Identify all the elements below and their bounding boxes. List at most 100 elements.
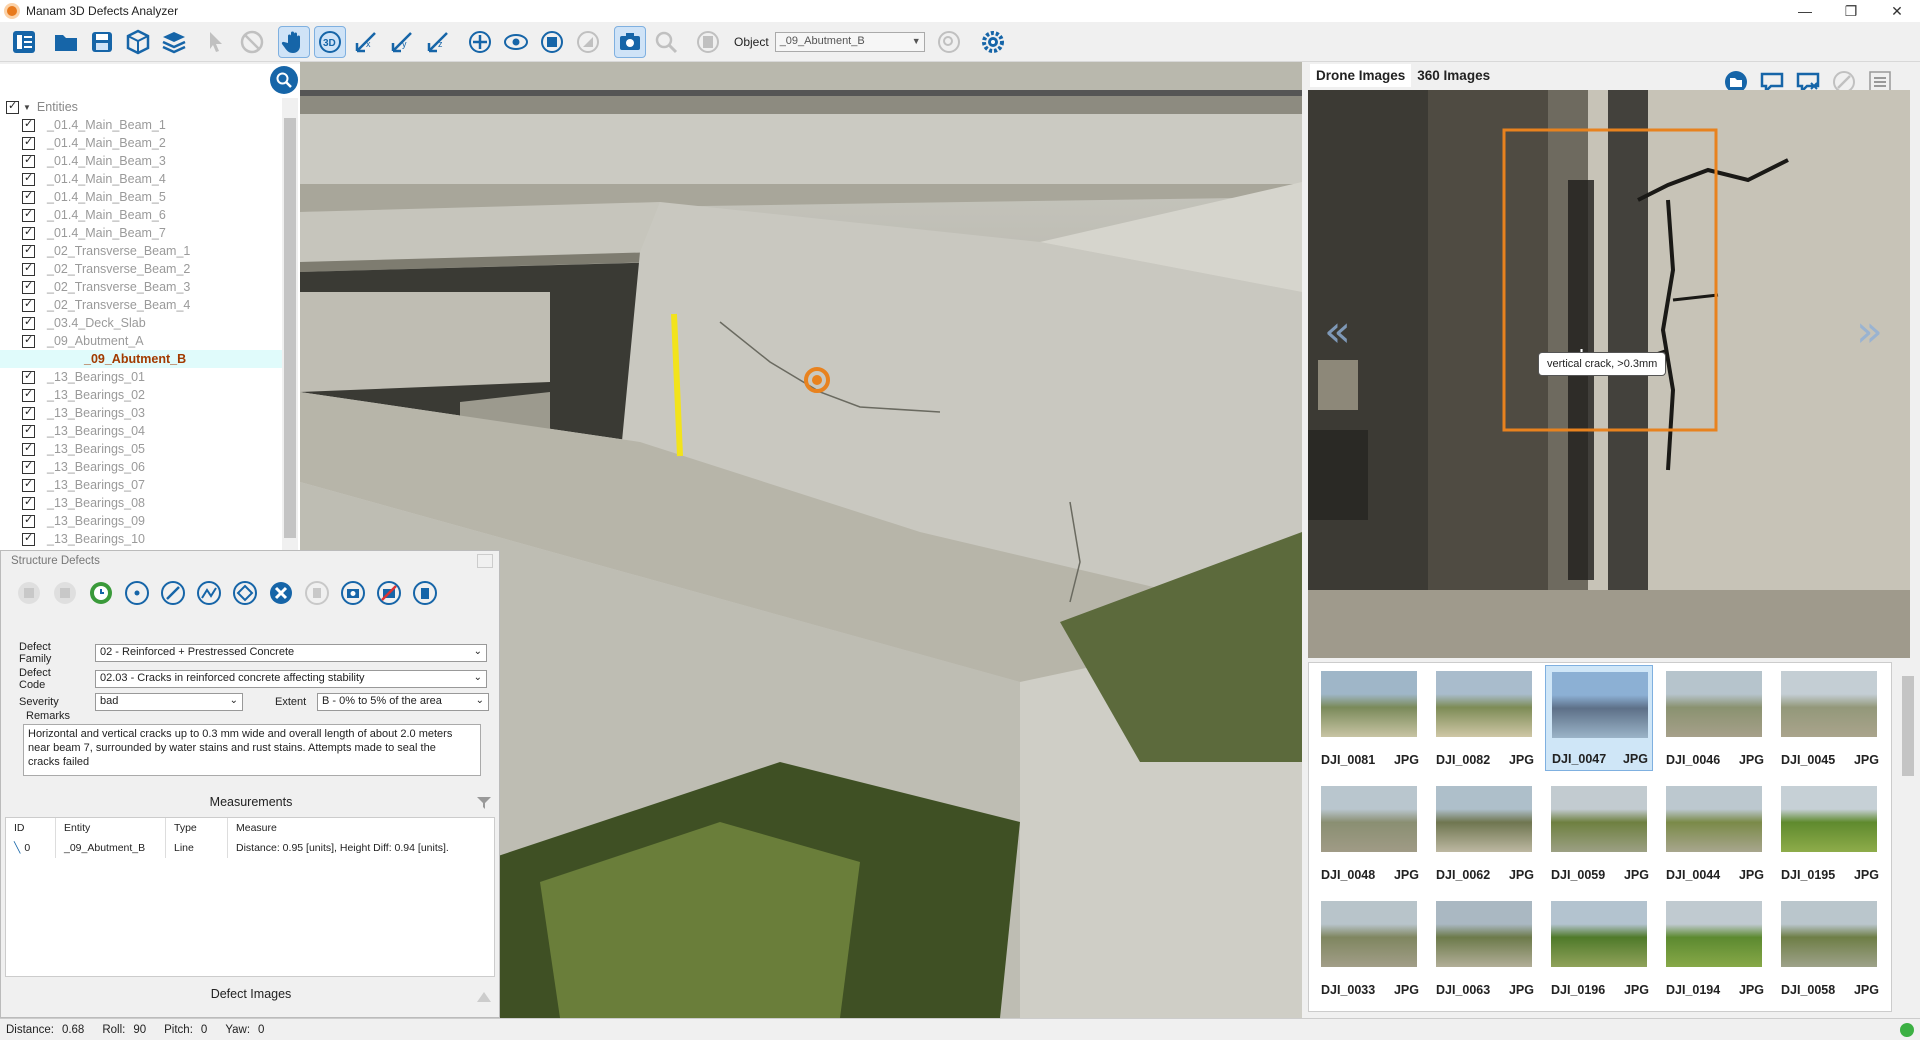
tree-item[interactable]: _01.4_Main_Beam_2 <box>0 134 282 152</box>
defect-capture-remove-button[interactable] <box>373 577 405 609</box>
tree-item[interactable]: _02_Transverse_Beam_3 <box>0 278 282 296</box>
expand-icon[interactable] <box>477 991 491 1005</box>
tab-drone-images[interactable]: Drone Images <box>1310 64 1412 87</box>
thumbnail-item[interactable]: DJI_0058 JPG <box>1775 895 1883 1001</box>
tree-item-checkbox[interactable] <box>22 225 35 240</box>
tree-item[interactable]: _13_Bearings_02 <box>0 386 282 404</box>
tree-item-checkbox[interactable] <box>22 135 35 150</box>
measure-area-button[interactable] <box>229 577 261 609</box>
tree-item-checkbox[interactable] <box>22 117 35 132</box>
tree-item-checkbox[interactable] <box>22 279 35 294</box>
thumbnail-item[interactable]: DJI_0046 JPG <box>1660 665 1768 771</box>
thumbnail-scrollbar-thumb[interactable] <box>1902 676 1914 776</box>
tree-item[interactable]: _13_Bearings_10 <box>0 530 282 548</box>
tree-item-checkbox[interactable] <box>22 171 35 186</box>
thumbnail-item[interactable]: DJI_0062 JPG <box>1430 780 1538 886</box>
thumbnail-item[interactable]: DJI_0082 JPG <box>1430 665 1538 771</box>
tree-item-checkbox[interactable] <box>22 243 35 258</box>
filter-icon[interactable] <box>477 797 491 809</box>
thumbnail-item[interactable]: DJI_0047 JPG <box>1545 665 1653 771</box>
object-select[interactable]: _09_Abutment_B ▼ <box>774 31 925 52</box>
report-button[interactable] <box>692 26 724 58</box>
tree-item-checkbox[interactable] <box>22 477 35 492</box>
severity-select[interactable]: bad ⌄ <box>95 693 243 711</box>
thumbnail-scrollbar[interactable] <box>1900 662 1916 1012</box>
defect-capture-button[interactable] <box>337 577 369 609</box>
restore-button[interactable]: ❐ <box>1828 0 1874 22</box>
tree-item[interactable]: _01.4_Main_Beam_1 <box>0 116 282 134</box>
view-3d-button[interactable]: 3D <box>314 25 346 58</box>
deselect-button[interactable] <box>236 26 268 58</box>
tree-item-checkbox[interactable] <box>22 531 35 546</box>
tree-item-checkbox[interactable] <box>22 459 35 474</box>
tree-item-checkbox[interactable] <box>22 441 35 456</box>
close-button[interactable]: ✕ <box>1874 0 1920 22</box>
rotate-y-button[interactable]: y <box>386 26 418 58</box>
tree-item-checkbox[interactable] <box>22 297 35 312</box>
tree-item[interactable]: _01.4_Main_Beam_5 <box>0 188 282 206</box>
tree-root-checkbox[interactable] <box>6 99 19 114</box>
remarks-textarea[interactable]: Horizontal and vertical cracks up to 0.3… <box>23 724 481 776</box>
tree-item-checkbox[interactable] <box>22 153 35 168</box>
next-image-icon[interactable]: » <box>1856 306 1883 357</box>
tree-item[interactable]: _13_Bearings_04 <box>0 422 282 440</box>
thumbnail-item[interactable]: DJI_0194 JPG <box>1660 895 1768 1001</box>
add-point-button[interactable] <box>464 26 496 58</box>
thumbnail-item[interactable]: DJI_0048 JPG <box>1315 780 1423 886</box>
fit-view-button[interactable] <box>536 26 568 58</box>
layers-button[interactable] <box>158 26 190 58</box>
measure-polyline-button[interactable] <box>193 577 225 609</box>
thumbnail-item[interactable]: DJI_0081 JPG <box>1315 665 1423 771</box>
tree-item[interactable]: _01.4_Main_Beam_6 <box>0 206 282 224</box>
tree-item-checkbox[interactable] <box>22 207 35 222</box>
tab-360-images[interactable]: 360 Images <box>1411 64 1496 87</box>
thumbnail-item[interactable]: DJI_0059 JPG <box>1545 780 1653 886</box>
tree-item[interactable]: _02_Transverse_Beam_1 <box>0 242 282 260</box>
model-button[interactable] <box>122 26 154 58</box>
tree-item-checkbox[interactable] <box>22 369 35 384</box>
delete-measure-button[interactable] <box>265 577 297 609</box>
tree-item-checkbox[interactable] <box>22 405 35 420</box>
defects-panel-close-button[interactable] <box>477 554 493 568</box>
expand-arrow-icon[interactable]: ▼ <box>23 103 31 112</box>
extent-select[interactable]: B - 0% to 5% of the area ⌄ <box>317 693 489 711</box>
triangle-tool-button[interactable] <box>572 26 604 58</box>
view-eye-button[interactable] <box>500 26 532 58</box>
thumbnail-item[interactable]: DJI_0045 JPG <box>1775 665 1883 771</box>
tree-item-checkbox[interactable] <box>22 315 35 330</box>
tree-item[interactable]: _13_Bearings_06 <box>0 458 282 476</box>
defect-code-select[interactable]: 02.03 - Cracks in reinforced concrete af… <box>95 670 487 688</box>
tree-root[interactable]: ▼ Entities <box>0 98 282 116</box>
measure-point-button[interactable] <box>121 577 153 609</box>
defect-save-all-button[interactable] <box>49 577 81 609</box>
defect-family-select[interactable]: 02 - Reinforced + Prestressed Concrete ⌄ <box>95 644 487 662</box>
open-folder-button[interactable] <box>50 26 82 58</box>
drone-image-view[interactable]: « » ✛ vertical crack, >0.3mm <box>1308 90 1910 658</box>
tree-item-checkbox[interactable] <box>22 261 35 276</box>
table-row[interactable]: ╲ 0 _09_Abutment_B Line Distance: 0.95 [u… <box>6 838 494 858</box>
tree-scrollbar[interactable] <box>282 98 298 550</box>
tree-item[interactable]: _02_Transverse_Beam_2 <box>0 260 282 278</box>
object-action-button[interactable] <box>933 26 965 58</box>
rotate-x-button[interactable]: x <box>350 26 382 58</box>
thumbnail-item[interactable]: DJI_0195 JPG <box>1775 780 1883 886</box>
thumbnail-item[interactable]: DJI_0196 JPG <box>1545 895 1653 1001</box>
settings-button[interactable] <box>977 26 1009 58</box>
tree-scrollbar-thumb[interactable] <box>284 118 296 538</box>
tree-item[interactable]: _01.4_Main_Beam_7 <box>0 224 282 242</box>
tree-item[interactable]: _09_Abutment_B <box>0 350 282 368</box>
camera-button[interactable] <box>614 25 646 58</box>
tree-item-checkbox[interactable] <box>22 189 35 204</box>
zoom-tool-button[interactable] <box>650 26 682 58</box>
tree-item[interactable]: _13_Bearings_08 <box>0 494 282 512</box>
clear-measures-button[interactable] <box>301 577 333 609</box>
tree-item[interactable]: _09_Abutment_A <box>0 332 282 350</box>
tree-item-checkbox[interactable] <box>22 513 35 528</box>
tree-item-checkbox[interactable] <box>22 423 35 438</box>
tree-item[interactable]: _01.4_Main_Beam_3 <box>0 152 282 170</box>
minimize-button[interactable]: — <box>1782 0 1828 22</box>
defect-history-button[interactable] <box>85 577 117 609</box>
rotate-z-button[interactable]: z <box>422 26 454 58</box>
defect-save-button[interactable] <box>13 577 45 609</box>
tree-item[interactable]: _13_Bearings_05 <box>0 440 282 458</box>
